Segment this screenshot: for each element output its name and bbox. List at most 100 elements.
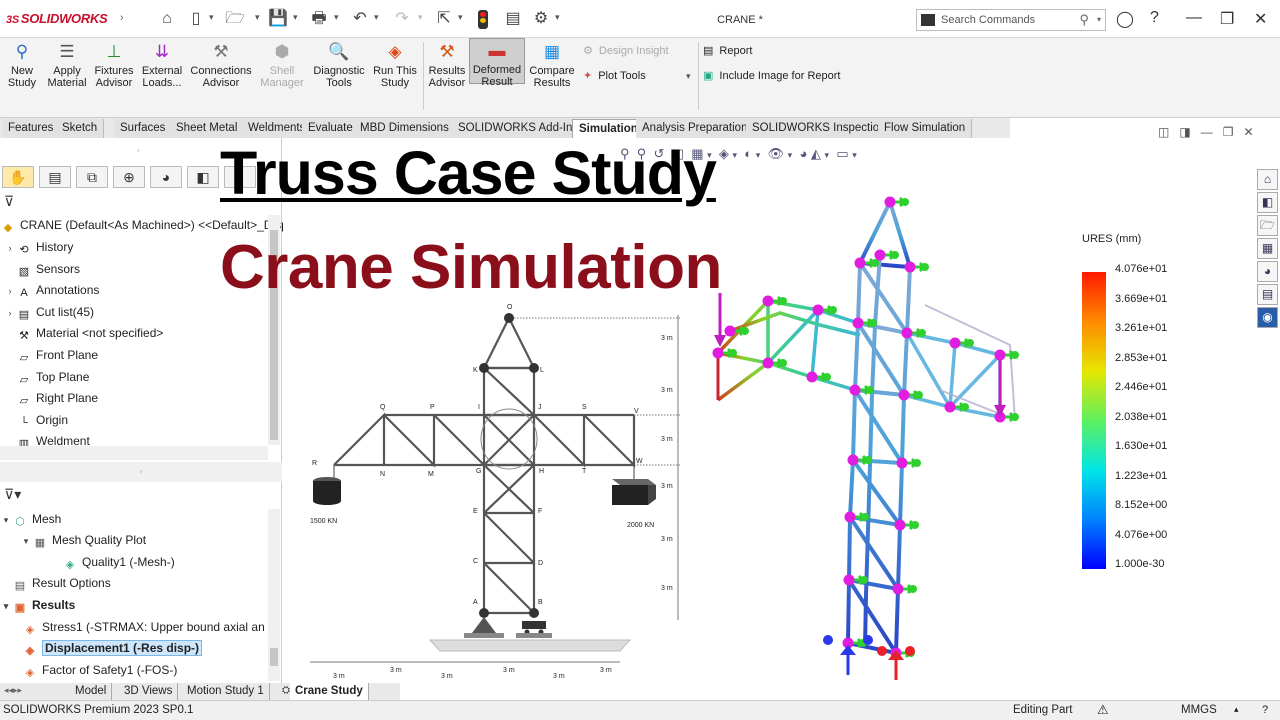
cam-tab-icon[interactable]: ◧ [187,166,219,188]
restore-icon[interactable]: ❐ [1220,9,1234,29]
tree-item-top[interactable]: ▱ Top Plane [4,367,90,387]
prev-tile-icon[interactable]: ◫ [1158,125,1169,139]
view-orientation-icon[interactable]: ◈ [719,146,729,161]
sim-tree-stress1[interactable]: ◈ Stress1 (-STRMAX: Upper bound axial an [22,617,265,637]
apply-material-button[interactable]: ☰ Apply Material [44,42,90,89]
run-study-button[interactable]: ◈ Run This Study [371,42,419,89]
sim-tree-result-options[interactable]: ▤ Result Options [12,573,111,593]
tree-item-front[interactable]: ▱ Front Plane [4,345,98,365]
tree-item-cut[interactable]: › ▤ Cut list(45) [4,302,95,323]
sim-filter-icon[interactable]: ⊽▾ [4,486,21,503]
sim-tree-mesh-quality-plot[interactable]: ▾ ▦ Mesh Quality Plot [20,530,146,550]
custom-properties-icon[interactable]: ▤ [1257,284,1278,305]
chevron-down-icon[interactable]: ▾ [788,150,793,160]
sim-tree-displacement1[interactable]: ◈ Displacement1 (-Res disp-) [22,638,203,658]
plot-tools-button[interactable]: ✦ Plot Tools [583,69,646,82]
viewport-minimize-icon[interactable]: — [1201,125,1213,139]
user-icon[interactable]: ◯ [1116,9,1134,29]
appearances-icon[interactable]: ◕ [1257,261,1278,282]
print-icon[interactable]: 🖶 [309,10,329,28]
display-style-icon[interactable]: ◐ [744,146,752,161]
connections-advisor-button[interactable]: ⚒ Connections Advisor [188,42,254,89]
chevron-down-icon[interactable]: ▾ [458,12,463,23]
tab-sheet-metal[interactable]: Sheet Metal [170,119,245,138]
expand-arrow-icon[interactable]: › [4,303,16,323]
save-icon[interactable]: 💾 [268,10,288,28]
expand-arrow-icon[interactable]: › [4,238,16,258]
home-view-icon[interactable]: ⌂ [1257,169,1278,190]
tree-item-material[interactable]: ⚒ Material <not specified> [4,323,163,343]
units-dropdown-icon[interactable]: ▴ [1234,704,1239,715]
3d-part-icon[interactable]: ◧ [1257,192,1278,213]
file-properties-icon[interactable]: ▤ [503,10,523,28]
status-units[interactable]: MMGS [1181,704,1217,716]
tab-flow-simulation[interactable]: Flow Simulation [878,119,973,138]
scene-icon[interactable]: ◭ [811,146,821,161]
appearance-icon[interactable]: ◕ [799,146,807,161]
tab-model[interactable]: Model [70,683,113,700]
new-document-icon[interactable]: ▯ [186,10,206,28]
display-manager-tab-icon[interactable]: ◕ [150,166,182,188]
sim-tree-scrollbar-thumb[interactable] [270,648,278,666]
tab-crane-study[interactable]: Crane Study [290,683,369,700]
view-palette-icon[interactable]: ▦ [1257,238,1278,259]
close-icon[interactable]: ✕ [1254,9,1267,29]
search-icon[interactable]: ⚲ [1079,12,1089,28]
collapse-arrow-icon[interactable]: ▾ [0,510,12,530]
chevron-down-icon[interactable]: ▾ [686,71,691,82]
chevron-down-icon[interactable]: ▾ [733,150,738,160]
sim-tree-mesh[interactable]: ▾ ⬡ Mesh [0,509,62,530]
fixtures-advisor-button[interactable]: ⊥ Fixtures Advisor [92,42,136,89]
viewport-restore-icon[interactable]: ❐ [1223,125,1234,139]
dimxpert-tab-icon[interactable]: ⊕ [113,166,145,188]
solidworks-resources-icon[interactable]: ◉ [1257,307,1278,328]
options-gear-icon[interactable]: ⚙ [531,10,551,28]
tree-item-right[interactable]: ▱ Right Plane [4,388,98,408]
diagnostic-tools-button[interactable]: 🔍 Diagnostic Tools [310,42,368,89]
sim-tree-quality1[interactable]: ◈ Quality1 (-Mesh-) [62,552,175,572]
chevron-down-icon[interactable]: ▾ [825,150,830,160]
sim-tree-fos1[interactable]: ◈ Factor of Safety1 (-FOS-) [22,660,178,680]
configuration-manager-tab-icon[interactable]: ⧉ [76,166,108,188]
chevron-down-icon[interactable]: ▾ [255,12,260,23]
new-study-button[interactable]: ⚲ New Study [4,42,40,89]
undo-icon[interactable]: ↶ [350,10,370,28]
collapse-arrow-icon[interactable]: ▾ [0,596,12,616]
tab-scroll-icon[interactable]: ◂◂▸▸ [4,685,22,696]
chevron-down-icon[interactable]: ▾ [374,12,379,23]
panel-splitter[interactable]: ◦ [0,462,282,482]
select-cursor-icon[interactable]: ⇱ [434,10,454,28]
solidworks-logo[interactable]: 3S SOLIDWORKS [6,11,108,26]
tree-item-origin[interactable]: └ Origin [4,410,68,430]
property-manager-tab-icon[interactable]: ▤ [39,166,71,188]
expand-arrow-icon[interactable]: › [4,281,16,301]
tab-features[interactable]: Features [2,119,61,138]
help-icon[interactable]: ? [1262,704,1268,716]
include-image-button[interactable]: ▣ Include Image for Report [703,69,840,82]
home-icon[interactable]: ⌂ [157,10,177,28]
menu-expand-icon[interactable]: › [120,12,124,24]
sim-tree-results[interactable]: ▾ ▣ Results [0,595,76,616]
tree-item-history[interactable]: › ⟲ History [4,237,74,258]
tab-solidworks-inspection[interactable]: SOLIDWORKS Inspection [746,119,893,138]
open-icon[interactable]: 🗁 [225,10,245,28]
tab-solidworks-add-ins[interactable]: SOLIDWORKS Add-Ins [452,119,586,138]
tab-mbd-dimensions[interactable]: MBD Dimensions [354,119,456,138]
chevron-down-icon[interactable]: ▾ [293,12,298,23]
feature-manager-tab-icon[interactable]: ✋ [2,166,34,188]
search-commands-input[interactable]: Search Commands ⚲ ▾ [916,9,1106,31]
chevron-down-icon[interactable]: ▾ [418,12,423,23]
design-insight-button[interactable]: ⚙ Design Insight [583,44,669,57]
tab-surfaces[interactable]: Surfaces [114,119,173,138]
filter-icon[interactable]: ⊽ [4,193,14,210]
external-loads-button[interactable]: ⇊ External Loads... [139,42,185,89]
chevron-down-icon[interactable]: ▾ [1097,15,1101,24]
tree-item-annotations[interactable]: › A Annotations [4,280,100,301]
chevron-down-icon[interactable]: ▾ [334,12,339,23]
chevron-down-icon[interactable]: ▾ [756,150,761,160]
help-icon[interactable]: ? [1150,9,1159,27]
next-tile-icon[interactable]: ◨ [1179,125,1190,139]
traffic-light-icon[interactable] [478,10,488,29]
tree-horizontal-scrollbar[interactable] [0,446,268,460]
redo-icon[interactable]: ↷ [392,10,412,28]
